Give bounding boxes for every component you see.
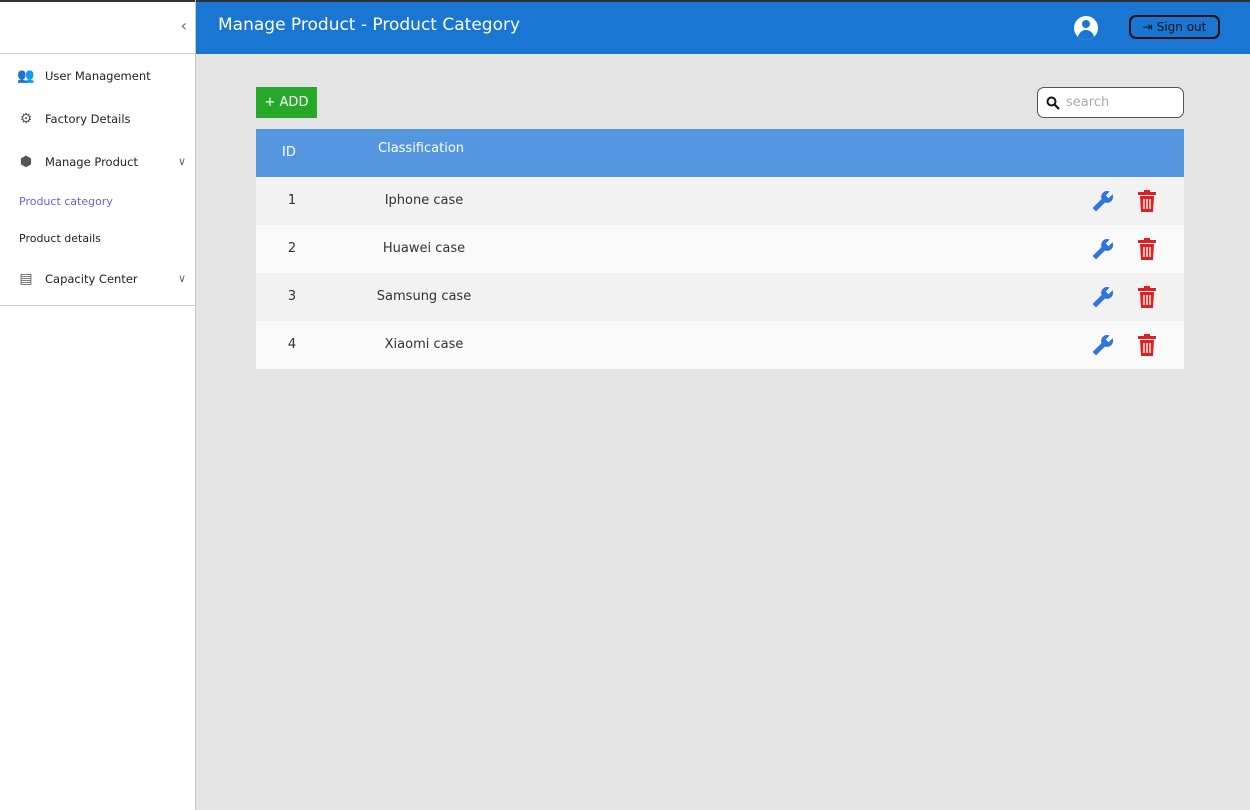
header-id: ID	[282, 145, 296, 160]
top-bar: Manage Product - Product Category ⇥ Sign …	[196, 0, 1250, 54]
users-icon: 👥	[17, 67, 35, 84]
table-header: ID Classification	[256, 129, 1184, 177]
trash-icon[interactable]	[1137, 190, 1157, 212]
sidebar-header: ‹	[0, 0, 195, 54]
page-title: Manage Product - Product Category	[218, 15, 521, 35]
cell-id: 2	[287, 241, 297, 256]
sidebar-item-label: User Management	[45, 68, 151, 83]
search-icon	[1046, 96, 1060, 110]
cell-id: 4	[287, 337, 297, 352]
sidebar: ‹ 👥 User Management ⚙ Factory Details ⬢ Man…	[0, 0, 196, 810]
table-row: 4 Xiaomi case	[256, 321, 1184, 369]
wrench-icon[interactable]	[1092, 190, 1114, 212]
collapse-icon[interactable]: ‹	[181, 16, 187, 35]
sign-out-icon: ⇥	[1142, 20, 1153, 34]
search-box	[1037, 87, 1184, 118]
sign-out-label: Sign out	[1156, 20, 1207, 34]
archive-icon: ▤	[19, 270, 33, 287]
table-row: 1 Iphone case	[256, 177, 1184, 225]
sidebar-item-label: Manage Product	[45, 154, 138, 169]
cell-classification: Xiaomi case	[384, 337, 464, 352]
category-table: ID Classification 1 Iphone case 2 Huawei…	[256, 129, 1184, 369]
table-row: 2 Huawei case	[256, 225, 1184, 273]
sidebar-item-factory-details[interactable]: ⚙ Factory Details	[0, 97, 195, 140]
chevron-down-icon: ∨	[177, 272, 186, 285]
trash-icon[interactable]	[1137, 334, 1157, 356]
cell-classification: Iphone case	[384, 193, 464, 208]
chevron-down-icon: ∨	[177, 155, 186, 168]
sidebar-item-manage-product[interactable]: ⬢ Manage Product ∨	[0, 140, 195, 183]
box-icon: ⬢	[19, 153, 33, 170]
sidebar-divider	[0, 300, 195, 306]
account-icon[interactable]	[1074, 16, 1098, 40]
sidebar-item-product-category[interactable]: Product category	[0, 183, 195, 220]
cell-classification: Huawei case	[382, 241, 466, 256]
sidebar-item-product-details[interactable]: Product details	[0, 220, 195, 257]
sidebar-item-label: Capacity Center	[45, 271, 138, 286]
trash-icon[interactable]	[1137, 286, 1157, 308]
gears-icon: ⚙	[19, 110, 33, 127]
wrench-icon[interactable]	[1092, 334, 1114, 356]
search-input[interactable]	[1066, 95, 1166, 110]
add-button[interactable]: + ADD	[256, 87, 317, 118]
sign-out-button[interactable]: ⇥ Sign out	[1129, 15, 1220, 39]
wrench-icon[interactable]	[1092, 238, 1114, 260]
table-row: 3 Samsung case	[256, 273, 1184, 321]
header-classification: Classification	[378, 141, 465, 156]
wrench-icon[interactable]	[1092, 286, 1114, 308]
cell-id: 1	[287, 193, 297, 208]
sidebar-item-user-management[interactable]: 👥 User Management	[0, 54, 195, 97]
cell-classification: Samsung case	[376, 289, 472, 304]
trash-icon[interactable]	[1137, 238, 1157, 260]
sidebar-item-capacity-center[interactable]: ▤ Capacity Center ∨	[0, 257, 195, 300]
sidebar-item-label: Factory Details	[45, 111, 131, 126]
cell-id: 3	[287, 289, 297, 304]
